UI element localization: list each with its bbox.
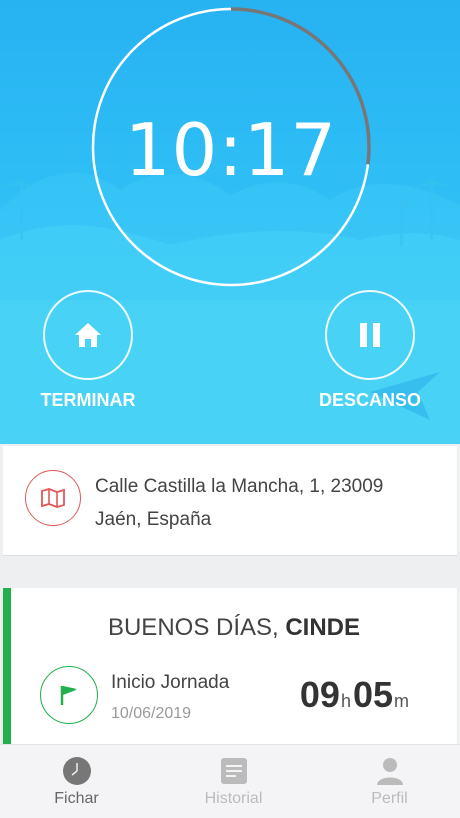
nav-historial-label: Historial [204, 790, 263, 807]
greeting-prefix: BUENOS DÍAS, [107, 614, 286, 641]
start-label: Inicio Jornada [111, 672, 230, 693]
nav-fichar-label: Fichar [54, 790, 99, 807]
user-icon [376, 758, 403, 785]
list-document-icon [220, 758, 247, 784]
clock-icon [62, 757, 91, 785]
map-icon [41, 488, 65, 508]
minutes-unit: m [394, 691, 409, 711]
bottom-nav: Fichar Historial Perfil [0, 744, 460, 818]
start-date: 10/06/2019 [111, 705, 192, 722]
descanso-button[interactable] [325, 290, 415, 380]
app-screen: 10:17 TERMINAR DESCANSO Calle Castilla l… [0, 0, 460, 818]
map-icon-circle [25, 470, 81, 526]
address-line-2: Jaén, España [95, 509, 212, 530]
terminar-button[interactable] [43, 290, 133, 380]
nav-perfil[interactable]: Perfil [313, 745, 460, 818]
terminar-label[interactable]: TERMINAR [8, 390, 168, 411]
workday-card: BUENOS DÍAS, CINDE Inicio Jornada 10/06/… [3, 588, 457, 748]
elapsed-time: 09h05m [300, 674, 411, 716]
hero-section: 10:17 TERMINAR DESCANSO [0, 0, 460, 444]
greeting-title: BUENOS DÍAS, CINDE [11, 614, 457, 642]
nav-historial[interactable]: Historial [157, 745, 310, 818]
flag-icon-circle [40, 666, 98, 724]
location-address: Calle Castilla la Mancha, 1, 23009 Jaén,… [95, 470, 435, 536]
flag-icon [60, 686, 77, 705]
clock-time: 10:17 [124, 108, 338, 192]
elapsed-minutes: 05 [352, 674, 393, 715]
nav-fichar[interactable]: Fichar [0, 745, 153, 818]
location-card: Calle Castilla la Mancha, 1, 23009 Jaén,… [3, 446, 457, 556]
elapsed-hours: 09 [299, 674, 340, 715]
address-line-1: Calle Castilla la Mancha, 1, 23009 [95, 476, 384, 497]
descanso-label[interactable]: DESCANSO [290, 390, 450, 411]
pause-icon [360, 323, 380, 347]
home-icon [75, 323, 101, 347]
user-name: CINDE [285, 614, 361, 641]
hours-unit: h [340, 691, 351, 711]
nav-perfil-label: Perfil [371, 790, 408, 807]
